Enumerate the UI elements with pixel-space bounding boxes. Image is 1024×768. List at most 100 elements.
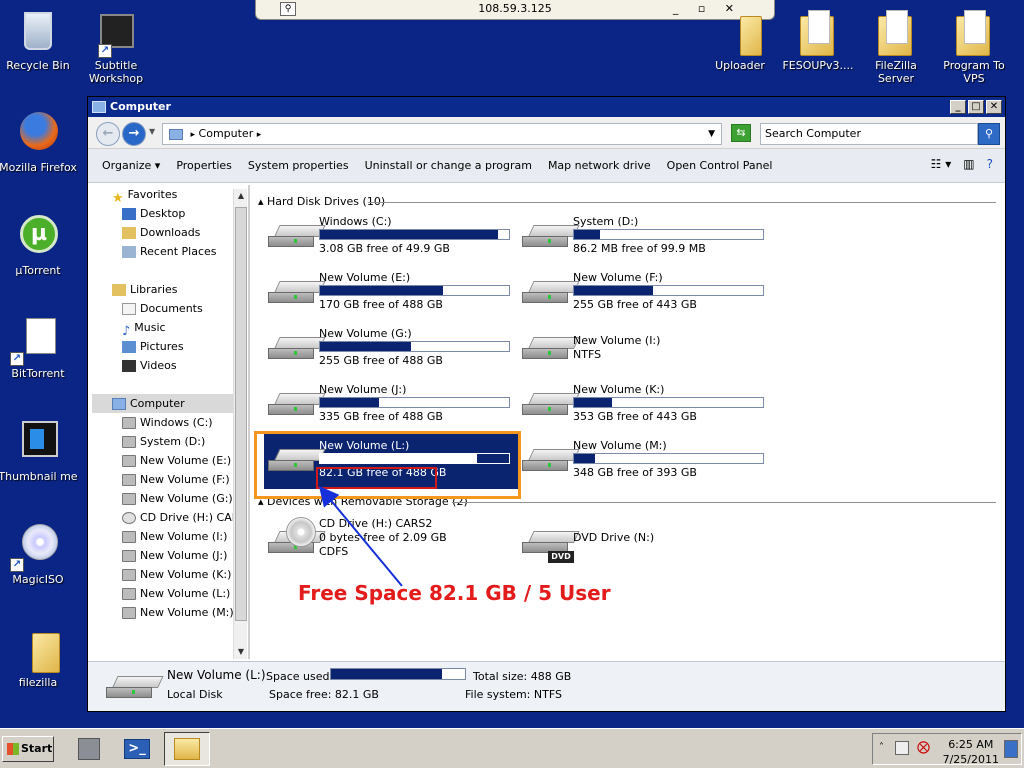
nav-drive-item[interactable]: New Volume (I:) (92, 527, 233, 546)
powershell-icon[interactable]: >_ (122, 734, 152, 764)
system-properties-button[interactable]: System properties (248, 159, 349, 172)
view-options-icon[interactable]: ☷ ▾ (931, 157, 952, 171)
start-button[interactable]: Start (2, 736, 54, 762)
properties-button[interactable]: Properties (176, 159, 232, 172)
desktop-icon-filezilla-server[interactable]: FileZilla Server (856, 8, 936, 85)
nav-downloads[interactable]: Downloads (92, 223, 233, 242)
map-network-drive-button[interactable]: Map network drive (548, 159, 651, 172)
drive-usage-fill (320, 398, 379, 407)
navigation-scrollbar[interactable]: ▲ ▼ (233, 189, 247, 659)
minimize-button[interactable]: _ (950, 100, 966, 114)
address-dropdown-icon[interactable]: ▼ (708, 124, 715, 144)
breadcrumb-chevron-icon[interactable]: ▸ (191, 130, 196, 140)
address-bar[interactable]: ▸ Computer ▸ ▼ (162, 123, 722, 145)
desktop-icon-program-to-vps[interactable]: Program To VPS (934, 8, 1014, 85)
nav-drive-item[interactable]: New Volume (K:) (92, 565, 233, 584)
drive-tile[interactable]: System (D:) 86.2 MB free of 99.9 MB (510, 211, 764, 263)
volume-muted-icon[interactable]: ⨂ (917, 740, 930, 755)
desktop-icon-subtitle-workshop[interactable]: ↗ Subtitle Workshop (76, 8, 156, 85)
nav-drive-item[interactable]: Windows (C:) (92, 413, 233, 432)
drive-name: New Volume (I:) (573, 334, 661, 347)
desktop-icon-uploader[interactable]: Uploader (700, 8, 780, 72)
hard-drive-icon (122, 607, 136, 619)
desktop-icon-utorrent[interactable]: µ µTorrent (0, 213, 78, 277)
desktop-icon-bittorrent[interactable]: ↗ BitTorrent (0, 316, 78, 380)
nav-desktop[interactable]: Desktop (92, 204, 233, 223)
drive-tile[interactable]: New Volume (G:) 255 GB free of 488 GB (256, 323, 510, 375)
desktop-icon-fesoupv3[interactable]: FESOUPv3.... (778, 8, 858, 72)
pin-icon[interactable]: ⚲ (280, 2, 296, 16)
desktop-icon-magiciso[interactable]: ↗ MagicISO (0, 522, 78, 586)
rdp-connection-bar: ⚲ 108.59.3.125 _ ▫ ✕ (255, 0, 775, 20)
scroll-down-arrow-icon[interactable]: ▼ (234, 645, 248, 659)
show-hidden-icons-icon[interactable]: ˄ (879, 742, 884, 753)
desktop-icon-recycle-bin[interactable]: Recycle Bin (0, 8, 78, 72)
drive-tile[interactable]: New Volume (M:) 348 GB free of 393 GB (510, 435, 764, 487)
nav-drive-item[interactable]: CD Drive (H:) CARS2 (92, 508, 233, 527)
window-title: Computer (110, 100, 171, 113)
drive-usage-fill (574, 286, 654, 295)
pane-splitter[interactable] (248, 185, 250, 659)
nav-drive-item[interactable]: New Volume (J:) (92, 546, 233, 565)
nav-computer[interactable]: Computer (92, 394, 233, 413)
drive-tile[interactable]: New Volume (I:) NTFS (510, 323, 760, 375)
hard-drive-icon (122, 550, 136, 562)
breadcrumb-dropdown-icon[interactable]: ▸ (257, 130, 262, 140)
nav-drive-item[interactable]: New Volume (F:) (92, 470, 233, 489)
nav-videos[interactable]: Videos (92, 356, 233, 375)
clock[interactable]: 6:25 AM 7/25/2011 (943, 737, 999, 767)
nav-music[interactable]: ♪ Music (92, 318, 233, 339)
drive-free-space: 255 GB free of 488 GB (319, 354, 443, 367)
nav-drive-item[interactable]: New Volume (E:) (92, 451, 233, 470)
refresh-button[interactable]: ⇆ (731, 124, 751, 142)
back-button[interactable]: ← (96, 122, 120, 146)
server-manager-icon[interactable] (74, 734, 104, 764)
folder-icon (14, 625, 62, 673)
nav-drive-item[interactable]: New Volume (M:) (92, 603, 233, 622)
nav-libraries[interactable]: Libraries (92, 280, 233, 299)
scroll-up-arrow-icon[interactable]: ▲ (234, 189, 248, 203)
nav-drive-item[interactable]: New Volume (G:) (92, 489, 233, 508)
nav-pictures[interactable]: Pictures (92, 337, 233, 356)
recent-pages-dropdown[interactable]: ▼ (149, 127, 155, 136)
group-header-hard-disks[interactable]: ▴ Hard Disk Drives (10) (258, 195, 385, 209)
nav-recent-places[interactable]: Recent Places (92, 242, 233, 261)
search-icon[interactable]: ⚲ (978, 123, 1000, 145)
organize-menu[interactable]: Organize ▾ (102, 159, 160, 172)
drive-tile[interactable]: New Volume (E:) 170 GB free of 488 GB (256, 267, 510, 319)
nav-favorites[interactable]: ★ Favorites (92, 185, 233, 206)
desktop-icon-thumbnail-me[interactable]: Thumbnail me (0, 419, 78, 483)
uninstall-program-button[interactable]: Uninstall or change a program (365, 159, 532, 172)
drive-tile[interactable]: New Volume (F:) 255 GB free of 443 GB (510, 267, 764, 319)
show-desktop-icon[interactable] (1004, 740, 1018, 758)
taskbar-explorer-button[interactable] (164, 732, 210, 766)
search-input[interactable]: Search Computer (760, 123, 978, 145)
nav-drive-item[interactable]: System (D:) (92, 432, 233, 451)
breadcrumb[interactable]: Computer (199, 127, 254, 140)
drive-tile[interactable]: Windows (C:) 3.08 GB free of 49.9 GB (256, 211, 510, 263)
preview-pane-icon[interactable]: ▥ (963, 157, 974, 171)
help-icon[interactable]: ? (987, 157, 993, 171)
close-button[interactable]: ✕ (986, 100, 1002, 114)
desktop-icon-firefox[interactable]: Mozilla Firefox (0, 110, 78, 174)
drive-tile[interactable]: New Volume (K:) 353 GB free of 443 GB (510, 379, 764, 431)
drive-tile[interactable]: New Volume (J:) 335 GB free of 488 GB (256, 379, 510, 431)
recycle-bin-icon (14, 8, 62, 56)
nav-drive-item[interactable]: New Volume (L:) (92, 584, 233, 603)
nav-documents[interactable]: Documents (92, 299, 233, 318)
drive-tile[interactable]: New Volume (L:) 82.1 GB free of 488 GB (256, 433, 518, 489)
open-control-panel-button[interactable]: Open Control Panel (667, 159, 773, 172)
forward-button[interactable]: → (122, 122, 146, 146)
utorrent-icon: µ (14, 213, 62, 261)
drive-free-space: 335 GB free of 488 GB (319, 410, 443, 423)
desktop-icon-filezilla-folder[interactable]: filezilla (0, 625, 78, 689)
drive-cd-h[interactable]: CD Drive (H:) CARS2 0 bytes free of 2.09… (256, 517, 506, 569)
scroll-thumb[interactable] (235, 207, 247, 621)
drive-dvd-n[interactable]: DVD DVD Drive (N:) (510, 517, 760, 569)
window-title-bar[interactable]: Computer _ □ ✕ (88, 97, 1005, 117)
network-icon[interactable] (895, 741, 909, 755)
hard-drive-icon (268, 225, 326, 249)
maximize-button[interactable]: □ (968, 100, 984, 114)
details-drive-type: Local Disk (167, 688, 223, 701)
group-header-removable[interactable]: ▴ Devices with Removable Storage (2) (258, 495, 468, 509)
